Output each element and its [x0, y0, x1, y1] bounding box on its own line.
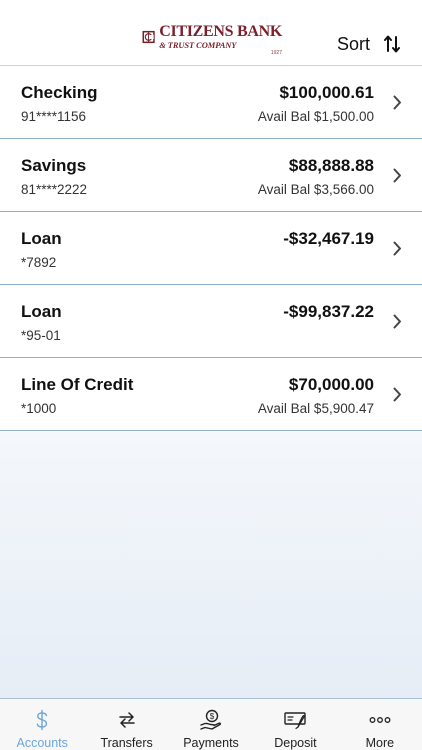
- tab-payments[interactable]: $ Payments: [169, 699, 253, 750]
- tab-more[interactable]: More: [338, 699, 422, 750]
- account-number: *7892: [21, 255, 57, 270]
- tab-bar: Accounts Transfers $ Payments Deposit Mo…: [0, 698, 422, 750]
- sort-label: Sort: [336, 33, 370, 54]
- chevron-right-icon: [393, 168, 401, 183]
- tab-transfers[interactable]: Transfers: [84, 699, 168, 750]
- account-name: Checking: [21, 83, 98, 102]
- sort-button[interactable]: Sort: [337, 32, 400, 56]
- account-balance: -$99,837.22: [283, 302, 374, 321]
- bank-name: CITIZENS BANK: [159, 23, 282, 40]
- account-name: Loan: [21, 229, 62, 248]
- hand-coin-icon: $: [200, 709, 222, 730]
- more-dots-icon: [369, 717, 391, 723]
- chevron-right-icon: [393, 241, 401, 256]
- available-balance: Avail Bal $1,500.00: [257, 109, 374, 124]
- sort-arrows-icon: [384, 35, 400, 53]
- available-balance: Avail Bal $3,566.00: [257, 182, 374, 197]
- tab-label: More: [365, 736, 395, 750]
- bank-established: 1927: [270, 49, 282, 56]
- account-number: *95-01: [21, 328, 61, 343]
- bank-logo-icon: [142, 30, 155, 44]
- chevron-right-icon: [393, 314, 401, 329]
- svg-text:$: $: [210, 712, 215, 721]
- account-row-loan-2[interactable]: Loan *95-01 -$99,837.22: [0, 285, 422, 358]
- available-balance: Avail Bal $5,900.47: [257, 401, 374, 416]
- account-number: 81****2222: [21, 182, 88, 197]
- tab-deposit[interactable]: Deposit: [253, 699, 337, 750]
- bank-logo: CITIZENS BANK & TRUST COMPANY 1927: [142, 24, 282, 60]
- bank-logo-text: CITIZENS BANK & TRUST COMPANY 1927: [159, 24, 282, 56]
- tab-label: Deposit: [274, 736, 317, 750]
- dollar-icon: [36, 709, 48, 731]
- account-name: Savings: [21, 156, 87, 175]
- account-number: *1000: [21, 401, 57, 416]
- account-row-loan[interactable]: Loan *7892 -$32,467.19: [0, 212, 422, 285]
- chevron-right-icon: [393, 387, 401, 402]
- tab-label: Transfers: [100, 736, 153, 750]
- tab-label: Accounts: [16, 736, 68, 750]
- check-deposit-icon: [284, 712, 307, 730]
- chevron-right-icon: [393, 95, 401, 110]
- transfer-arrows-icon: [118, 712, 135, 728]
- account-balance: $70,000.00: [288, 375, 374, 394]
- account-number: 91****1156: [21, 109, 87, 124]
- tab-accounts[interactable]: Accounts: [0, 699, 84, 750]
- empty-background: [0, 432, 422, 698]
- accounts-list: Checking 91****1156 $100,000.61 Avail Ba…: [0, 65, 422, 431]
- account-balance: $100,000.61: [279, 83, 374, 102]
- account-balance: $88,888.88: [288, 156, 374, 175]
- account-name: Line Of Credit: [21, 375, 134, 394]
- account-name: Loan: [21, 302, 62, 321]
- bank-subtitle: & TRUST COMPANY: [159, 40, 237, 50]
- tab-label: Payments: [183, 736, 239, 750]
- account-balance: -$32,467.19: [283, 229, 374, 248]
- account-row-savings[interactable]: Savings 81****2222 $88,888.88 Avail Bal …: [0, 139, 422, 212]
- account-row-line-of-credit[interactable]: Line Of Credit *1000 $70,000.00 Avail Ba…: [0, 358, 422, 431]
- account-row-checking[interactable]: Checking 91****1156 $100,000.61 Avail Ba…: [0, 66, 422, 139]
- app-header: CITIZENS BANK & TRUST COMPANY 1927 Sort: [0, 0, 422, 70]
